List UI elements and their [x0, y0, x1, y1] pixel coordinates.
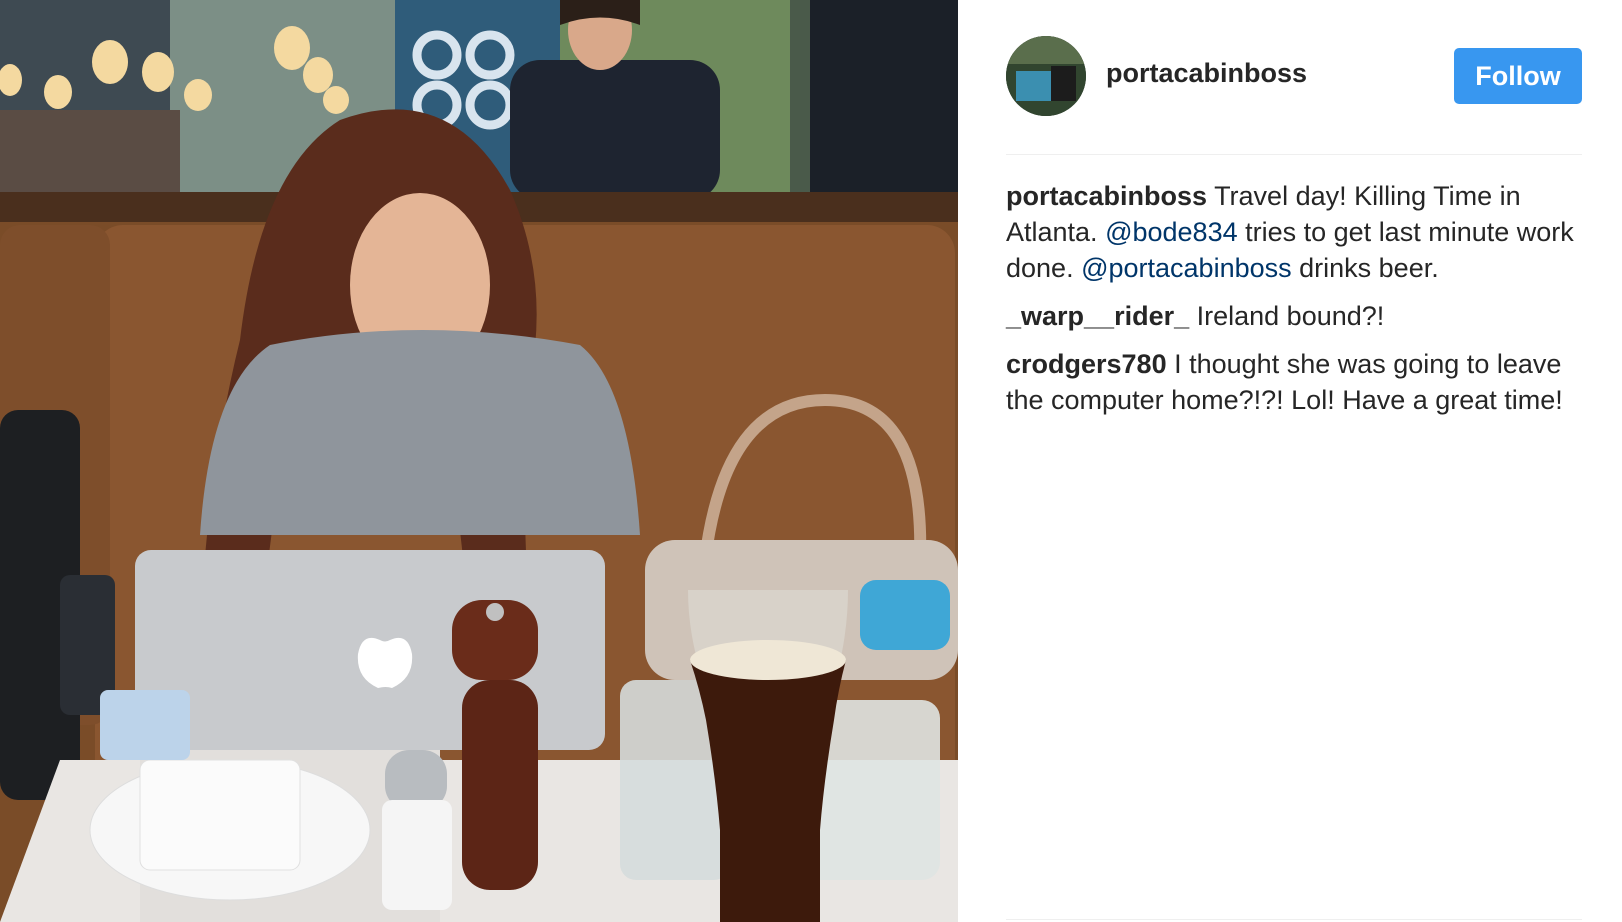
post-photo[interactable] — [0, 0, 958, 922]
comment-text: drinks beer. — [1299, 253, 1439, 283]
comment-author[interactable]: _warp__rider_ — [1006, 301, 1189, 331]
follow-button[interactable]: Follow — [1454, 48, 1582, 104]
comment-item: _warp__rider_ Ireland bound?! — [1006, 298, 1586, 334]
post-photo-image — [0, 0, 958, 922]
footer-divider — [1006, 919, 1582, 920]
instagram-post: portacabinboss Follow portacabinboss Tra… — [0, 0, 1622, 922]
header-divider — [1006, 154, 1582, 155]
avatar-image — [1006, 36, 1086, 116]
caption-comment: portacabinboss Travel day! Killing Time … — [1006, 178, 1586, 286]
post-side-panel: portacabinboss Follow portacabinboss Tra… — [958, 0, 1622, 922]
comment-item: crodgers780 I thought she was going to l… — [1006, 346, 1586, 418]
mention-link[interactable]: @portacabinboss — [1081, 253, 1292, 283]
comments-list: portacabinboss Travel day! Killing Time … — [1006, 178, 1586, 430]
comment-author[interactable]: crodgers780 — [1006, 349, 1167, 379]
mention-link[interactable]: @bode834 — [1105, 217, 1238, 247]
post-username[interactable]: portacabinboss — [1106, 58, 1307, 89]
comment-text: Ireland bound?! — [1196, 301, 1385, 331]
avatar[interactable] — [1006, 36, 1086, 116]
comment-author[interactable]: portacabinboss — [1006, 181, 1207, 211]
post-header: portacabinboss Follow — [1006, 36, 1582, 116]
